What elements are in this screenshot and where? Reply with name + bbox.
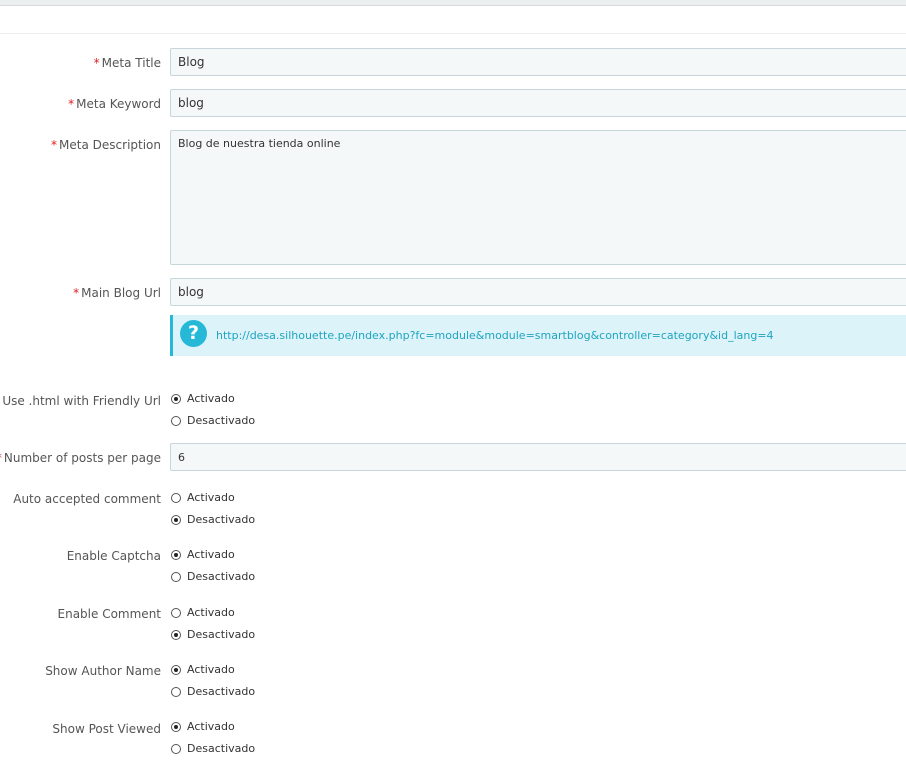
main-blog-url-label-text: Main Blog Url xyxy=(81,286,161,300)
required-marker: * xyxy=(0,451,2,465)
captcha-label-text: Enable Captcha xyxy=(66,549,161,563)
radio-checked-icon[interactable] xyxy=(171,630,181,640)
radio-unchecked-icon[interactable] xyxy=(171,744,181,754)
meta-keyword-label: * Meta Keyword xyxy=(68,97,161,111)
author-name-label: Show Author Name xyxy=(45,664,161,678)
radio-checked-icon[interactable] xyxy=(171,665,181,675)
radio-label: Activado xyxy=(187,491,235,504)
auto-accept-on-option[interactable]: Activado xyxy=(171,491,235,505)
required-marker: * xyxy=(68,97,75,111)
html-friendly-on-option[interactable]: Activado xyxy=(171,392,235,406)
radio-checked-icon[interactable] xyxy=(171,394,181,404)
meta-description-textarea[interactable]: Blog de nuestra tienda online xyxy=(170,130,906,265)
required-marker: * xyxy=(93,56,100,70)
author-name-on-option[interactable]: Activado xyxy=(171,663,235,677)
radio-label: Desactivado xyxy=(187,414,256,427)
radio-label: Desactivado xyxy=(187,742,256,755)
html-friendly-off-option[interactable]: Desactivado xyxy=(171,414,255,428)
comment-label: Enable Comment xyxy=(58,607,161,621)
captcha-on-option[interactable]: Activado xyxy=(171,548,235,562)
radio-label: Activado xyxy=(187,606,235,619)
captcha-label: Enable Captcha xyxy=(67,549,161,563)
radio-checked-icon[interactable] xyxy=(171,722,181,732)
radio-label: Activado xyxy=(187,720,235,733)
radio-unchecked-icon[interactable] xyxy=(171,493,181,503)
comment-label-text: Enable Comment xyxy=(57,607,161,621)
auto-accept-label: Auto accepted comment xyxy=(13,492,161,506)
radio-checked-icon[interactable] xyxy=(171,515,181,525)
meta-description-label: * Meta Description xyxy=(51,138,161,152)
auto-accept-off-option[interactable]: Desactivado xyxy=(171,513,255,527)
radio-label: Desactivado xyxy=(187,685,256,698)
captcha-off-option[interactable]: Desactivado xyxy=(171,570,255,584)
radio-unchecked-icon[interactable] xyxy=(171,608,181,618)
blog-url-help-box: ? http://desa.silhouette.pe/index.php?fc… xyxy=(170,315,906,356)
html-friendly-label: Use .html with Friendly Url xyxy=(2,394,161,408)
radio-label: Activado xyxy=(187,548,235,561)
meta-keyword-label-text: Meta Keyword xyxy=(76,97,161,111)
top-toolbar-edge xyxy=(0,0,906,6)
meta-description-label-text: Meta Description xyxy=(59,138,161,152)
radio-label: Desactivado xyxy=(187,513,256,526)
radio-unchecked-icon[interactable] xyxy=(171,416,181,426)
panel-divider xyxy=(0,33,906,34)
question-icon: ? xyxy=(180,320,207,347)
post-viewed-label: Show Post Viewed xyxy=(52,722,161,736)
comment-off-option[interactable]: Desactivado xyxy=(171,628,255,642)
posts-per-page-label-text: Number of posts per page xyxy=(3,451,161,465)
meta-title-label-text: Meta Title xyxy=(101,56,161,70)
radio-unchecked-icon[interactable] xyxy=(171,687,181,697)
post-viewed-on-option[interactable]: Activado xyxy=(171,720,235,734)
blog-url-help-text: http://desa.silhouette.pe/index.php?fc=m… xyxy=(216,329,774,342)
main-blog-url-label: * Main Blog Url xyxy=(73,286,161,300)
posts-per-page-input[interactable] xyxy=(170,443,906,471)
required-marker: * xyxy=(73,286,80,300)
author-name-label-text: Show Author Name xyxy=(45,664,161,678)
required-marker: * xyxy=(51,138,58,152)
radio-label: Desactivado xyxy=(187,628,256,641)
radio-checked-icon[interactable] xyxy=(171,550,181,560)
meta-title-input[interactable] xyxy=(170,48,906,76)
author-name-off-option[interactable]: Desactivado xyxy=(171,685,255,699)
radio-label: Desactivado xyxy=(187,570,256,583)
comment-on-option[interactable]: Activado xyxy=(171,606,235,620)
posts-per-page-label: *Number of posts per page xyxy=(0,451,161,465)
radio-unchecked-icon[interactable] xyxy=(171,572,181,582)
auto-accept-label-text: Auto accepted comment xyxy=(13,492,161,506)
radio-label: Activado xyxy=(187,663,235,676)
main-blog-url-input[interactable] xyxy=(170,278,906,306)
html-friendly-label-text: Use .html with Friendly Url xyxy=(2,394,161,408)
meta-keyword-input[interactable] xyxy=(170,89,906,117)
meta-title-label: * Meta Title xyxy=(94,56,161,70)
post-viewed-off-option[interactable]: Desactivado xyxy=(171,742,255,756)
post-viewed-label-text: Show Post Viewed xyxy=(52,722,161,736)
radio-label: Activado xyxy=(187,392,235,405)
